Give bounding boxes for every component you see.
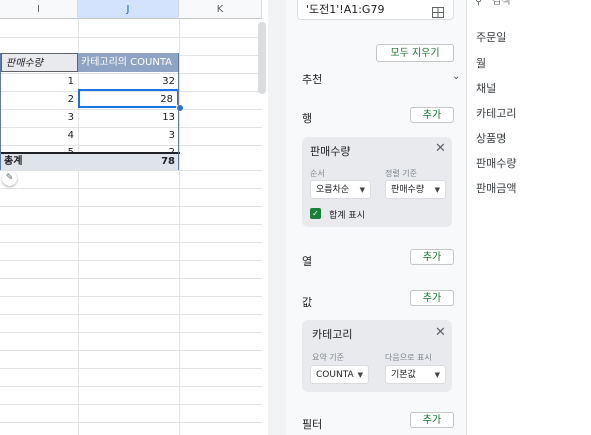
panel-divider: [268, 0, 286, 435]
suggested-heading: 추천: [302, 73, 323, 86]
spreadsheet-grid[interactable]: I J K 판매수량 카테고리의 COUNTA 1 32 2 28 3 13 4…: [0, 0, 262, 435]
add-row-button[interactable]: 추가: [410, 107, 454, 123]
add-filter-button[interactable]: 추가: [410, 412, 454, 428]
pivot-row-value[interactable]: 3: [78, 127, 179, 145]
grid-line: [0, 350, 262, 351]
column-header-i[interactable]: I: [0, 0, 78, 19]
column-header-k[interactable]: K: [179, 0, 262, 19]
grid-line: [0, 224, 262, 225]
pivot-border: [178, 53, 179, 170]
clear-all-button[interactable]: 모두 지우기: [376, 44, 454, 62]
chevron-down-icon[interactable]: ⌄: [452, 71, 460, 82]
grid-line: [0, 404, 262, 405]
pivot-row-key[interactable]: 2: [0, 91, 78, 109]
value-card-title: 카테고리: [312, 328, 353, 341]
field-item[interactable]: 주문일: [476, 29, 506, 45]
grid-icon[interactable]: [432, 3, 444, 18]
dropdown-arrow-icon: ▼: [359, 186, 365, 194]
dropdown-arrow-icon: ▼: [434, 186, 440, 194]
grid-line: [0, 37, 262, 38]
pivot-row-value[interactable]: 13: [78, 109, 179, 127]
field-item[interactable]: 판매금액: [476, 180, 516, 196]
order-select[interactable]: 오름차순 ▼: [310, 180, 371, 199]
pivot-value-header[interactable]: 카테고리의 COUNTA: [78, 53, 179, 72]
grid-line: [0, 332, 262, 333]
field-search-input[interactable]: [490, 0, 589, 10]
column-header-j[interactable]: J: [78, 0, 179, 19]
grid-line: [0, 422, 262, 423]
grid-line: [0, 260, 262, 261]
field-item[interactable]: 판매수량: [476, 155, 516, 171]
selected-cell[interactable]: 28: [78, 89, 179, 108]
field-item[interactable]: 월: [476, 55, 486, 71]
show-as-select[interactable]: 기본값 ▼: [385, 365, 446, 384]
search-icon: ⚲: [475, 0, 483, 7]
pivot-total-value[interactable]: 78: [78, 154, 179, 170]
grid-line: [0, 206, 262, 207]
grid-line: [0, 314, 262, 315]
grid-line: [179, 19, 180, 435]
values-section-label: 값: [302, 296, 313, 309]
close-icon[interactable]: ✕: [435, 325, 446, 340]
order-label: 순서: [310, 169, 325, 178]
grid-line: [0, 170, 262, 171]
vertical-scrollbar[interactable]: [258, 22, 266, 94]
grid-line: [0, 368, 262, 369]
sort-by-label: 정렬 기준: [385, 169, 417, 178]
columns-section-label: 열: [302, 255, 313, 268]
dropdown-arrow-icon: ▼: [434, 371, 440, 379]
grid-line: [0, 296, 262, 297]
summarize-label: 요약 기준: [312, 353, 344, 362]
dropdown-arrow-icon: ▼: [357, 371, 363, 379]
row-card-title: 판매수량: [310, 145, 351, 158]
pivot-row-key[interactable]: 3: [0, 109, 78, 127]
grid-line: [0, 386, 262, 387]
sort-by-select[interactable]: 판매수량 ▼: [385, 180, 446, 199]
close-icon[interactable]: ✕: [435, 141, 446, 156]
pivot-border: [0, 53, 1, 170]
grid-line: [0, 278, 262, 279]
field-item[interactable]: 채널: [476, 80, 496, 96]
pivot-row-key[interactable]: 4: [0, 127, 78, 145]
pencil-icon[interactable]: ✎: [2, 171, 17, 186]
add-value-button[interactable]: 추가: [410, 290, 454, 306]
grid-line: [0, 242, 262, 243]
pivot-row-header[interactable]: 판매수량: [1, 53, 78, 72]
field-item[interactable]: 카테고리: [476, 105, 516, 121]
grid-line: [0, 188, 262, 189]
summarize-select-value: COUNTA: [316, 370, 354, 380]
rows-section-label: 행: [302, 112, 313, 125]
pivot-total-label[interactable]: 총계: [0, 154, 78, 170]
show-totals-checkbox[interactable]: ✓: [310, 208, 321, 219]
field-item[interactable]: 상품명: [476, 130, 506, 146]
show-totals-label: 합계 표시: [329, 211, 365, 221]
filter-section-label: 필터: [302, 418, 323, 431]
show-as-select-value: 기본값: [391, 370, 416, 380]
summarize-select[interactable]: COUNTA ▼: [310, 365, 369, 384]
sort-by-select-value: 판매수량: [391, 185, 425, 195]
add-column-button[interactable]: 추가: [410, 249, 454, 265]
pivot-row-key[interactable]: 1: [0, 73, 78, 91]
show-as-label: 다음으로 표시: [385, 353, 432, 362]
data-range-field[interactable]: '도전1'!A1:G79: [297, 0, 454, 20]
order-select-value: 오름차순: [316, 185, 350, 195]
